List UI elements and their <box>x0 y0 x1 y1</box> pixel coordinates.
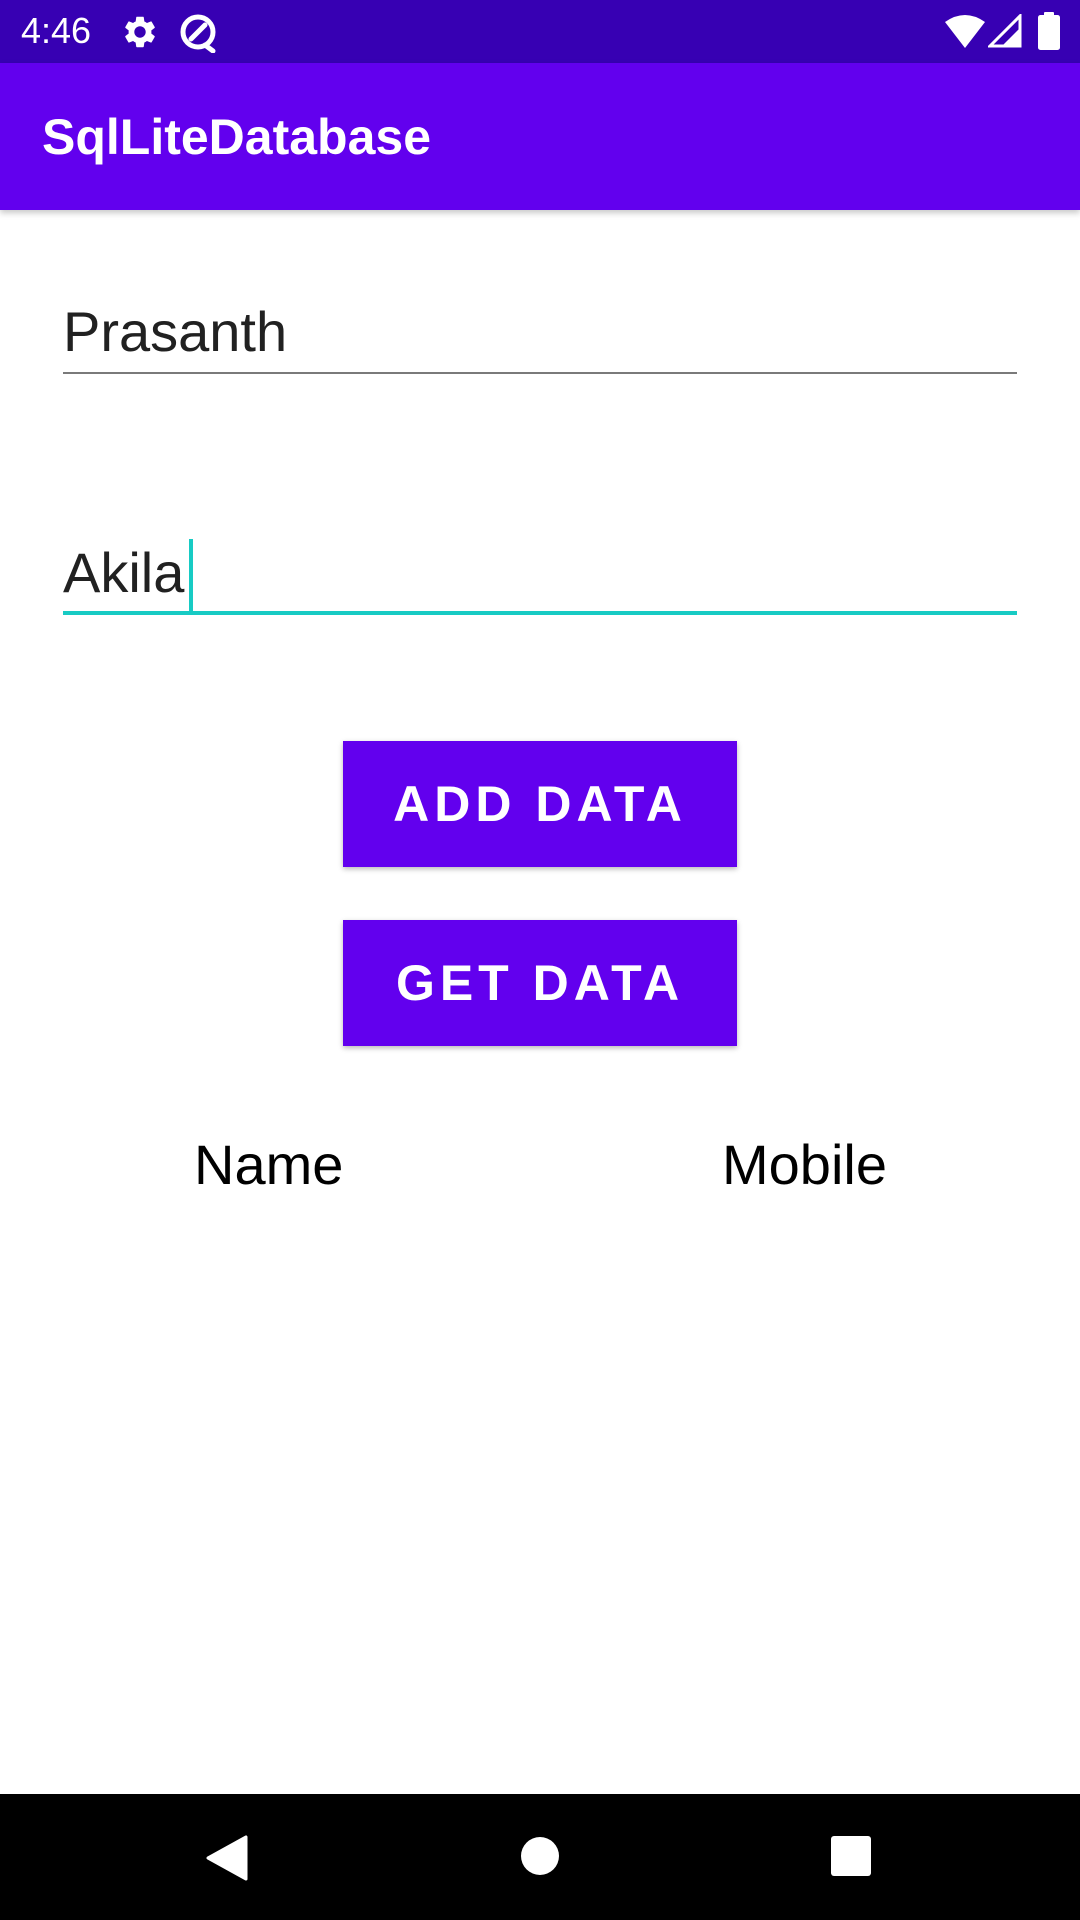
settings-icon <box>125 16 155 48</box>
sync-icon <box>180 14 216 53</box>
app-title: SqlLiteDatabase <box>42 109 432 165</box>
column-header-name: Name <box>194 1133 344 1196</box>
app-bar: SqlLiteDatabase <box>0 63 1080 210</box>
back-icon[interactable] <box>204 1835 248 1881</box>
mobile-input[interactable] <box>63 535 1017 609</box>
battery-icon <box>1038 12 1060 50</box>
recents-icon[interactable] <box>831 1836 871 1876</box>
name-field[interactable] <box>63 294 1017 374</box>
get-data-button[interactable]: GET DATA <box>343 920 737 1046</box>
text-cursor <box>189 539 193 615</box>
status-time: 4:46 <box>21 10 92 51</box>
signal-icon <box>988 14 1022 48</box>
name-input[interactable] <box>63 294 1017 368</box>
name-field-underline <box>63 372 1017 374</box>
home-icon[interactable] <box>520 1836 560 1876</box>
status-bar: 4:46 <box>0 0 1080 63</box>
add-data-button[interactable]: ADD DATA <box>343 741 737 867</box>
navigation-bar <box>0 1794 1080 1920</box>
mobile-field-underline <box>63 611 1017 615</box>
wifi-icon <box>945 15 985 48</box>
column-header-mobile: Mobile <box>722 1133 887 1196</box>
mobile-field[interactable] <box>63 535 1017 615</box>
